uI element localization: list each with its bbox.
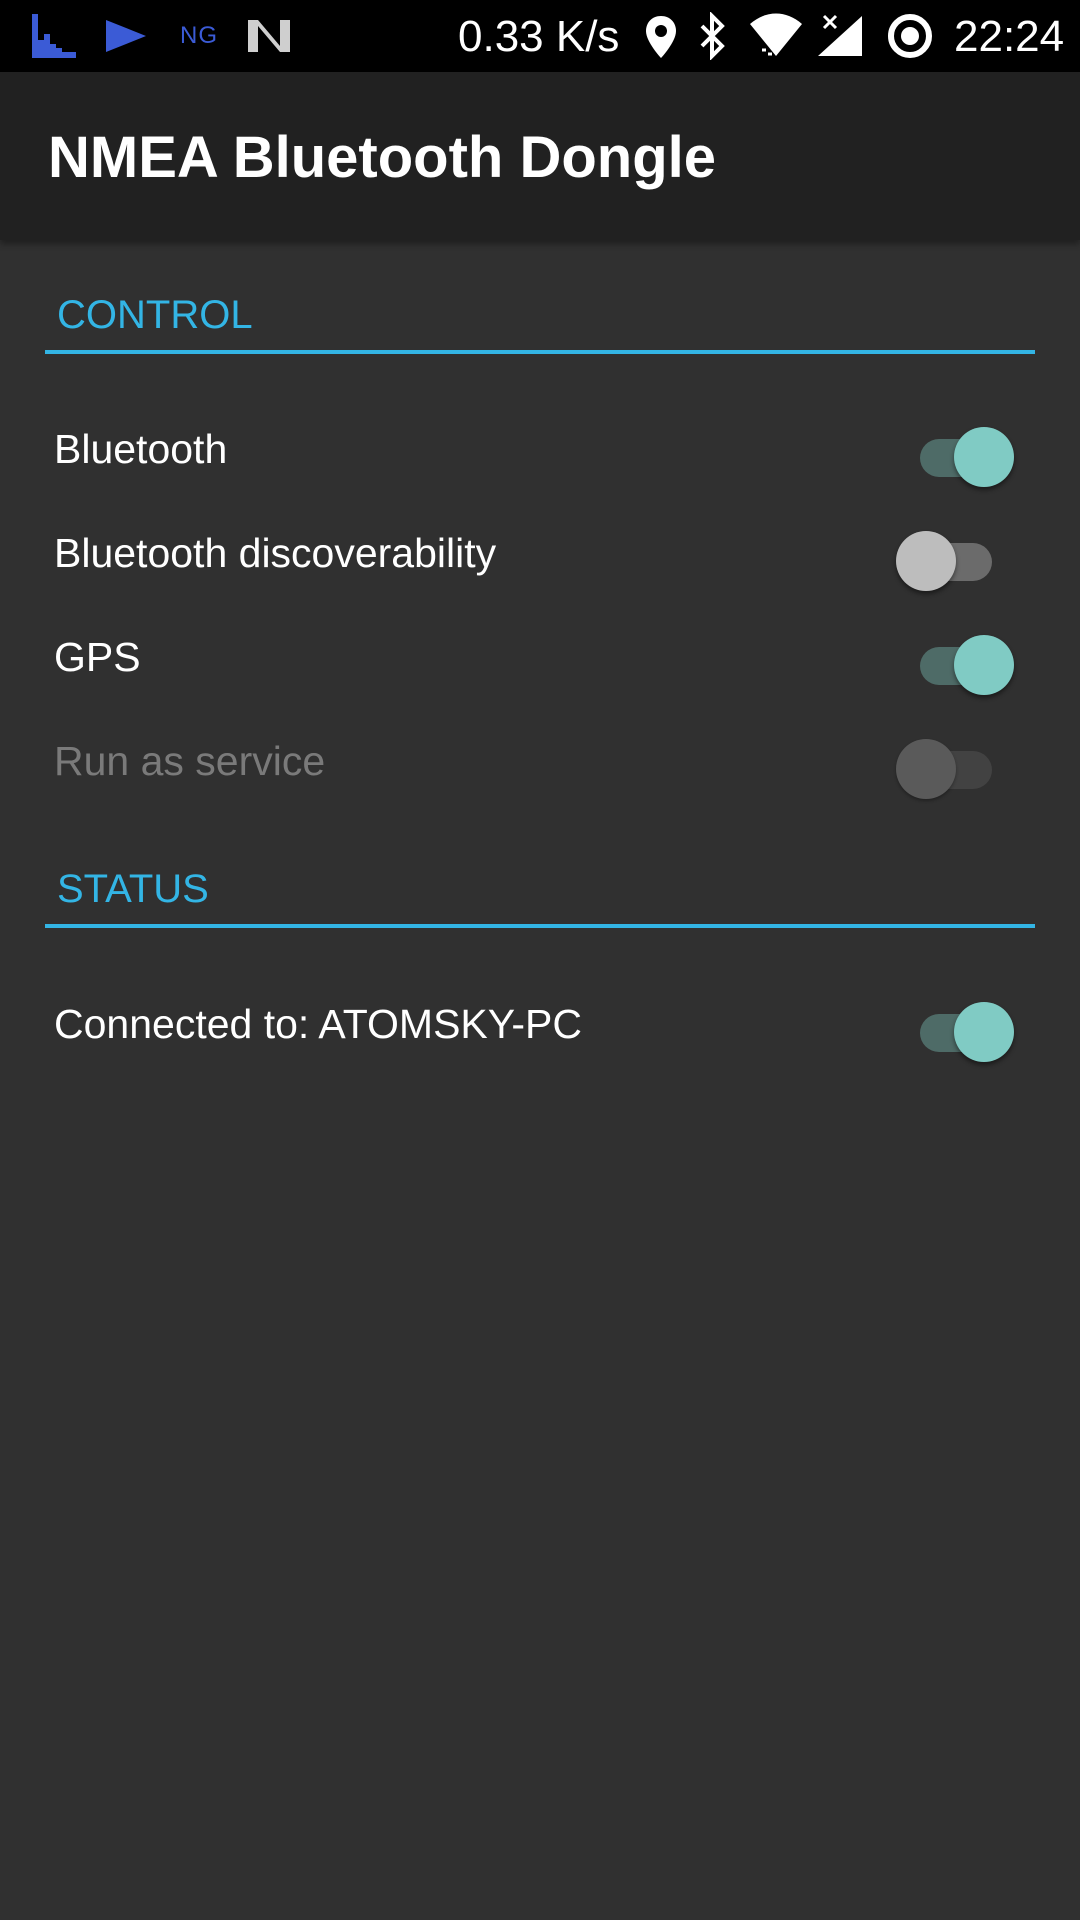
section-title: CONTROL [57,293,253,337]
location-icon [646,16,676,58]
pref-label: Bluetooth [54,426,228,472]
section-header-control: CONTROL [45,280,1035,354]
sync-icon [888,14,932,58]
switch-thumb [954,635,1014,695]
connection-switch[interactable] [896,1002,1016,1062]
clock: 22:24 [954,12,1065,61]
pref-label: Bluetooth discoverability [54,530,497,576]
bluetooth-icon [700,12,725,60]
bluetooth-switch[interactable] [896,427,1016,487]
pref-gps[interactable]: GPS [0,608,1080,712]
discoverability-switch[interactable] [896,531,1016,591]
pref-bluetooth-discoverability[interactable]: Bluetooth discoverability [0,504,1080,608]
pref-run-as-service: Run as service [0,712,1080,816]
pref-bluetooth[interactable]: Bluetooth [0,400,1080,504]
gps-switch[interactable] [896,635,1016,695]
switch-thumb [896,531,956,591]
graph-icon [32,14,76,58]
pref-label: Connected to: ATOMSKY-PC [54,1001,582,1047]
pref-label: GPS [54,634,141,680]
status-bar: NG 0.33 K/s 22:24 [0,0,1080,72]
pref-connection-status[interactable]: Connected to: ATOMSKY-PC [0,975,1080,1079]
switch-thumb [954,427,1014,487]
switch-thumb [954,1002,1014,1062]
app-title: NMEA Bluetooth Dongle [48,125,716,190]
app-bar: NMEA Bluetooth Dongle [0,72,1080,240]
switch-thumb [896,739,956,799]
send-icon [106,20,146,52]
section-title: STATUS [57,867,209,911]
run-as-service-switch [896,739,1016,799]
ng-icon: NG [180,22,218,49]
wifi-icon [750,13,802,56]
section-header-status: STATUS [45,854,1035,928]
n-logo-icon [248,20,290,52]
signal-icon [818,14,862,56]
net-speed: 0.33 K/s [458,12,620,61]
pref-label: Run as service [54,738,326,784]
